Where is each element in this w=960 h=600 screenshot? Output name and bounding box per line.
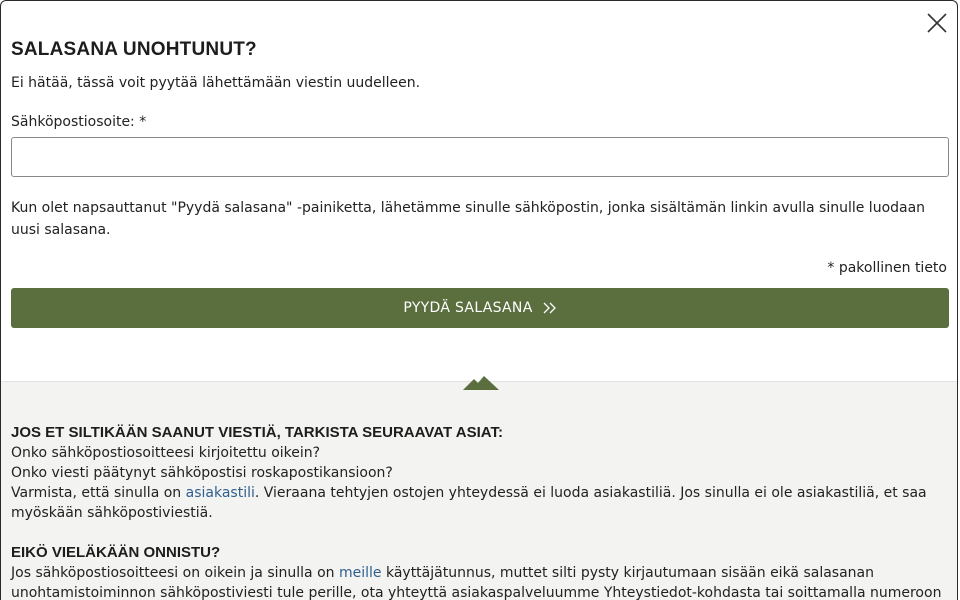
help-question-2: Onko viesti päätynyt sähköpostisi roskap… xyxy=(11,465,393,481)
form-section: SALASANA UNOHTUNUT? Ei hätää, tässä voit… xyxy=(1,1,957,328)
help-contact-before: Jos sähköpostiosoitteesi on oikein ja si… xyxy=(11,565,339,581)
required-note: * pakollinen tieto xyxy=(827,260,947,276)
help-question-1: Onko sähköpostiosoitteesi kirjoitettu oi… xyxy=(11,445,321,461)
help-heading-2: EIKÖ VIELÄKÄÄN ONNISTU? xyxy=(11,544,221,561)
page-title: SALASANA UNOHTUNUT? xyxy=(11,39,257,60)
help-question-3: Varmista, että sinulla on asiakastili. V… xyxy=(11,483,947,523)
info-text: Kun olet napsauttanut "Pyydä salasana" -… xyxy=(11,200,926,238)
meille-link[interactable]: meille xyxy=(339,565,382,581)
help-q3-before: Varmista, että sinulla on xyxy=(11,485,186,501)
request-password-button[interactable]: PYYDÄ SALASANA xyxy=(11,288,949,328)
email-label: Sähköpostiosoite: * xyxy=(11,114,147,130)
double-chevron-right-icon xyxy=(543,302,557,314)
mountain-icon xyxy=(463,374,499,394)
help-section: JOS ET SILTIKÄÄN SAANUT VIESTIÄ, TARKIST… xyxy=(1,376,957,600)
help-contact-text: Jos sähköpostiosoitteesi on oikein ja si… xyxy=(11,563,947,600)
request-password-label: PYYDÄ SALASANA xyxy=(403,300,533,316)
close-icon[interactable] xyxy=(925,11,949,35)
intro-text: Ei hätää, tässä voit pyytää lähettämään … xyxy=(11,75,421,91)
forgot-password-modal: SALASANA UNOHTUNUT? Ei hätää, tässä voit… xyxy=(0,0,958,600)
customer-account-link[interactable]: asiakastili xyxy=(186,485,255,501)
email-field[interactable] xyxy=(11,137,949,177)
